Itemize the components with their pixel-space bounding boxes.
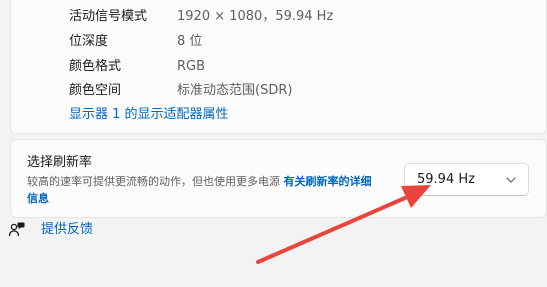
refresh-rate-dropdown[interactable]: 59.94 Hz bbox=[404, 163, 529, 196]
info-key: 活动信号模式 bbox=[69, 9, 148, 24]
refresh-rate-card: 选择刷新率 较高的速率可提供更流畅的动作，但也使用更多电源 有关刷新率的详细信息… bbox=[10, 139, 547, 218]
display-info-card: 活动信号模式 1920 × 1080，59.94 Hz 位深度 8 位 颜色格式… bbox=[10, 0, 547, 134]
info-value: 1920 × 1080，59.94 Hz bbox=[177, 9, 334, 24]
info-key: 颜色空间 bbox=[69, 83, 122, 98]
refresh-rate-description: 较高的速率可提供更流畅的动作，但也使用更多电源 有关刷新率的详细信息 bbox=[27, 173, 382, 207]
info-value: 标准动态范围(SDR) bbox=[177, 83, 293, 98]
info-value: RGB bbox=[177, 59, 206, 74]
refresh-rate-description-text: 较高的速率可提供更流畅的动作，但也使用更多电源 bbox=[27, 175, 280, 188]
display-adapter-properties-link[interactable]: 显示器 1 的显示适配器属性 bbox=[69, 105, 229, 125]
feedback-label: 提供反馈 bbox=[41, 222, 94, 237]
chevron-down-icon bbox=[506, 177, 516, 183]
info-key: 颜色格式 bbox=[69, 59, 122, 74]
feedback-icon bbox=[8, 222, 25, 237]
info-key: 位深度 bbox=[69, 34, 109, 49]
refresh-rate-selected-value: 59.94 Hz bbox=[417, 172, 475, 187]
info-value: 8 位 bbox=[177, 34, 203, 49]
refresh-rate-title: 选择刷新率 bbox=[27, 155, 93, 170]
